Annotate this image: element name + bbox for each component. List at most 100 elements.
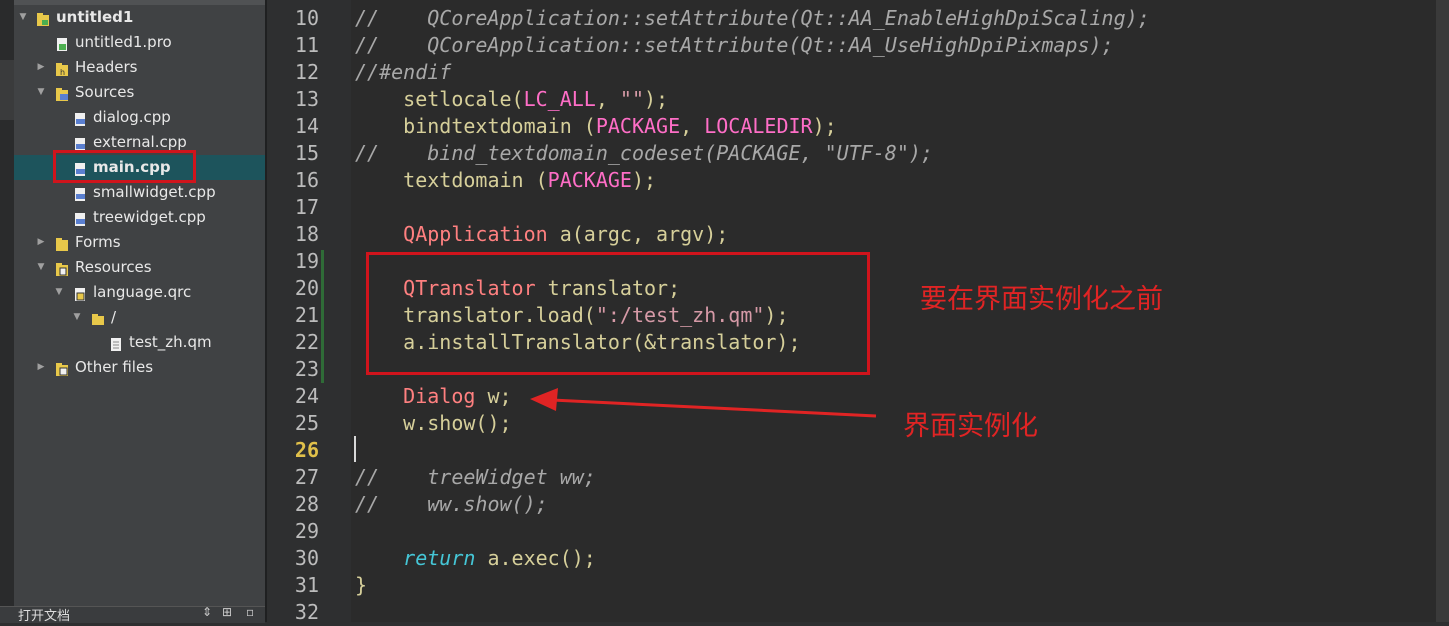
code-line: bindtextdomain (PACKAGE, LOCALEDIR);: [355, 113, 837, 140]
tree-item-label: /: [111, 308, 117, 326]
code-line: // bind_textdomain_codeset(PACKAGE, "UTF…: [355, 141, 933, 165]
line-number: 13: [294, 87, 319, 111]
line-number: 29: [294, 519, 319, 543]
line-number: 11: [294, 33, 319, 57]
code-token: setlocale(: [355, 87, 524, 111]
code-line: return a.exec();: [355, 545, 596, 572]
split-icon[interactable]: ⊞: [222, 605, 232, 619]
chevron-down-icon[interactable]: ▼: [72, 305, 82, 330]
code-token: w;: [475, 384, 512, 408]
tree-item-treewidget-cpp[interactable]: treewidget.cpp: [14, 205, 265, 230]
tree-item-language-qrc[interactable]: ▼ language.qrc: [14, 280, 265, 305]
line-number: 23: [294, 357, 319, 381]
qrc-file-icon: [73, 285, 87, 301]
open-documents-label: 打开文档: [18, 609, 71, 624]
tree-item-sources[interactable]: ▼ Sources: [14, 80, 265, 105]
open-documents-bar: 打开文档 ⇕ ⊞ ▫: [0, 605, 265, 624]
headers-folder-icon: h: [55, 60, 69, 77]
code-line: // treeWidget ww;: [355, 465, 596, 489]
line-number: 21: [294, 303, 319, 327]
chevron-right-icon[interactable]: ▶: [36, 355, 46, 380]
chevron-right-icon[interactable]: ▶: [36, 55, 46, 80]
cpp-file-icon: [73, 110, 87, 126]
cpp-file-icon: [73, 185, 87, 201]
tree-item-untitled1-pro[interactable]: untitled1.pro: [14, 30, 265, 55]
sort-arrows-icon[interactable]: ⇕: [202, 605, 212, 619]
folder-icon: [91, 310, 105, 325]
code-line: Dialog w;: [355, 383, 512, 410]
code-token: PACKAGE: [595, 114, 681, 138]
code-line: w.show();: [355, 411, 512, 435]
chevron-down-icon[interactable]: ▼: [36, 255, 46, 280]
line-number: 15: [294, 141, 319, 165]
other-files-folder-icon: [55, 360, 69, 376]
annotation-arrow-note: 界面实例化: [903, 411, 1038, 442]
project-icon: [36, 10, 50, 26]
vertical-scrollbar[interactable]: [1436, 0, 1449, 622]
chevron-down-icon[interactable]: ▼: [54, 280, 64, 305]
resources-folder-icon: [55, 260, 69, 276]
line-number: 25: [294, 411, 319, 435]
close-icon[interactable]: ▫: [246, 605, 254, 619]
tree-item-label: dialog.cpp: [93, 108, 171, 126]
line-number: 17: [294, 195, 319, 219]
line-number: 31: [294, 573, 319, 597]
tree-item-label: Headers: [75, 58, 138, 76]
chevron-down-icon[interactable]: ▼: [18, 5, 28, 30]
tree-root-untitled1[interactable]: ▼ untitled1: [14, 5, 265, 30]
sources-folder-icon: [55, 85, 69, 101]
code-line: //#endif: [355, 60, 452, 84]
cpp-file-icon: [73, 135, 87, 151]
code-token: ,: [595, 87, 620, 111]
code-token: bindtextdomain (: [355, 114, 596, 138]
tree-item-label: treewidget.cpp: [93, 208, 206, 226]
line-number: 10: [294, 6, 319, 30]
line-number: 19: [294, 249, 319, 273]
pro-file-icon: [55, 35, 69, 51]
line-number: 27: [294, 465, 319, 489]
cpp-file-icon: [73, 210, 87, 226]
tree-item-label: Other files: [75, 358, 154, 376]
code-token: );: [631, 168, 657, 192]
code-token: a.exec();: [475, 546, 596, 570]
highlight-box-translator: [366, 252, 870, 375]
code-line: // ww.show();: [355, 492, 548, 516]
tree-item-other-files[interactable]: ▶ Other files: [14, 355, 265, 380]
file-icon: [109, 335, 123, 351]
line-number: 20: [294, 276, 319, 300]
code-line: // QCoreApplication::setAttribute(Qt::AA…: [355, 6, 1150, 30]
line-number: 18: [294, 222, 319, 246]
tree-item-headers[interactable]: ▶ h Headers: [14, 55, 265, 80]
annotation-box-note: 要在界面实例化之前: [920, 284, 1163, 315]
line-number: 12: [294, 60, 319, 84]
tree-item-label: Resources: [75, 258, 152, 276]
code-token: QApplication: [403, 222, 548, 246]
tree-item-smallwidget-cpp[interactable]: smallwidget.cpp: [14, 180, 265, 205]
code-token: );: [644, 87, 669, 111]
chevron-down-icon[interactable]: ▼: [36, 80, 46, 105]
line-number: 14: [294, 114, 319, 138]
code-line: }: [355, 573, 368, 597]
tree-item-label: smallwidget.cpp: [93, 183, 216, 201]
chevron-right-icon[interactable]: ▶: [36, 230, 46, 255]
code-token: a(argc, argv);: [547, 222, 729, 246]
code-line: // QCoreApplication::setAttribute(Qt::AA…: [355, 33, 1114, 57]
text-cursor: [354, 436, 356, 462]
code-token: textdomain (: [355, 168, 548, 192]
tree-item-forms[interactable]: ▶ Forms: [14, 230, 265, 255]
code-line: setlocale(LC_ALL, "");: [355, 86, 668, 113]
tree-item-resources[interactable]: ▼ Resources: [14, 255, 265, 280]
svg-text:h: h: [60, 68, 65, 77]
line-number: 22: [294, 330, 319, 354]
tree-item-dialog-cpp[interactable]: dialog.cpp: [14, 105, 265, 130]
tree-item-label: Forms: [75, 233, 121, 251]
tree-item-label: Sources: [75, 83, 135, 101]
changed-lines-marker: [321, 250, 324, 383]
tree-item-test-zh-qm[interactable]: test_zh.qm: [14, 330, 265, 355]
code-token: PACKAGE: [547, 168, 632, 192]
code-token: "": [619, 87, 645, 111]
tree-item-label: untitled1: [56, 8, 134, 26]
tree-item-root-folder[interactable]: ▼ /: [14, 305, 265, 330]
